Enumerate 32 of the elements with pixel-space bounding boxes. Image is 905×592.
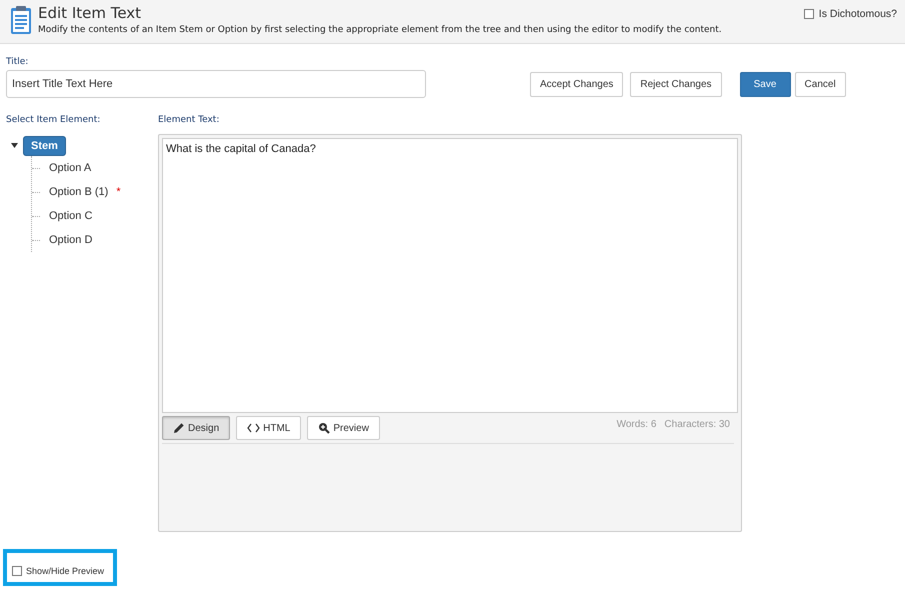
tree-node[interactable]: Option D — [44, 231, 98, 249]
title-field[interactable]: Insert Title Text Here — [6, 70, 426, 98]
page-description: Modify the contents of an Item Stem or Option by first selecting the appropriate element from the tree and then using the editor to modify the content. — [38, 25, 723, 35]
required-marker: * — [116, 186, 121, 198]
tree-node[interactable]: Option C — [44, 207, 98, 225]
section-label: Element Text: — [158, 115, 220, 125]
tree-node[interactable]: Option A — [44, 159, 96, 177]
page-title: Edit Item Text — [38, 4, 142, 22]
caret-icon[interactable] — [11, 143, 18, 149]
action-button[interactable]: Accept Changes — [530, 72, 624, 96]
element-text: What is the capital of Canada? — [166, 143, 317, 155]
checkbox[interactable] — [804, 9, 814, 19]
field-label: Title: — [5, 56, 30, 67]
document-icon — [10, 5, 32, 35]
pencil-icon — [173, 422, 185, 434]
tree-node[interactable]: Stem — [23, 136, 66, 156]
action-button[interactable]: Save — [740, 72, 791, 96]
character-count: Characters: 30 — [664, 419, 730, 430]
magnifier-icon — [318, 422, 330, 434]
mode-tab[interactable]: Preview — [307, 416, 380, 440]
word-count: Words: 6 — [616, 419, 656, 430]
checkbox-label: Show/Hide Preview — [26, 566, 104, 576]
mode-tab[interactable]: Design — [162, 416, 230, 440]
checkbox[interactable] — [12, 566, 22, 576]
code-icon — [247, 423, 260, 433]
action-button[interactable]: Reject Changes — [630, 72, 722, 96]
checkbox-label: Is Dichotomous? — [818, 8, 897, 20]
section-label: Select Item Element: — [6, 115, 102, 125]
mode-tab[interactable]: HTML — [236, 416, 302, 440]
action-button[interactable]: Cancel — [794, 72, 846, 96]
text-editor[interactable]: What is the capital of Canada? — [162, 138, 738, 413]
tree-node[interactable]: Option B (1) — [44, 183, 114, 201]
